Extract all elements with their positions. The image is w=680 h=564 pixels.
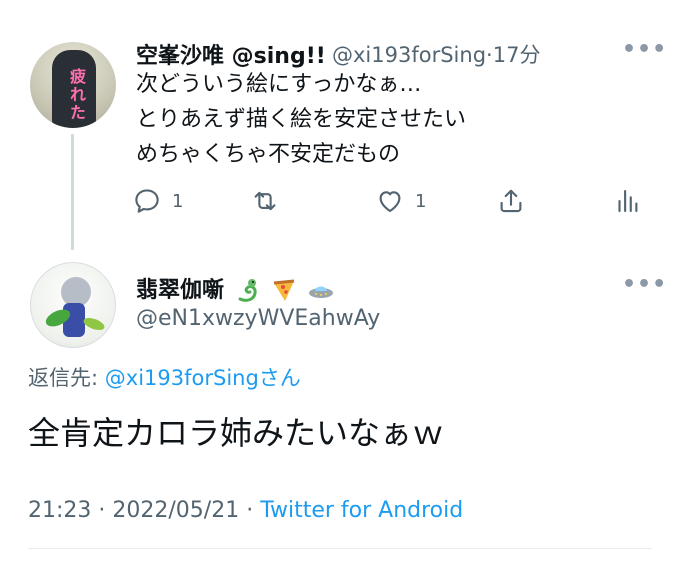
tweet-source-link[interactable]: Twitter for Android: [260, 498, 463, 523]
analytics-button[interactable]: [612, 186, 642, 216]
pizza-emoji-icon: [274, 279, 295, 301]
tweet-date: 2022/05/21: [112, 498, 240, 523]
parent-separator: ·: [486, 43, 493, 67]
heart-icon: [379, 191, 401, 213]
like-button[interactable]: 1: [375, 186, 426, 216]
thread-connector-line: [71, 134, 74, 250]
reply-count: 1: [172, 190, 184, 212]
parent-time[interactable]: 17分: [493, 43, 541, 67]
parent-handle[interactable]: @xi193forSing: [332, 43, 486, 67]
replying-to: 返信先: @xi193forSingさん: [28, 362, 301, 392]
parent-more-icon[interactable]: •••: [622, 37, 667, 62]
replying-handle-link[interactable]: @xi193forSing: [105, 366, 259, 390]
tweet-metadata: 21:23 · 2022/05/21 · Twitter for Android: [28, 498, 463, 523]
share-button[interactable]: [496, 186, 526, 216]
meta-dot-1: ·: [91, 498, 113, 523]
retweet-icon: [254, 191, 276, 211]
ufo-emoji-icon: [309, 286, 334, 298]
tweet-time: 21:23: [28, 498, 92, 523]
retweet-button[interactable]: [250, 186, 290, 216]
dragon-emoji-icon: [238, 279, 257, 302]
reply-display-name[interactable]: 翡翠伽噺: [136, 278, 224, 303]
reply-text: 全肯定カロラ姉みたいなぁｗ: [28, 414, 445, 452]
like-count: 1: [415, 190, 427, 212]
avatar-tail: [81, 315, 107, 333]
parent-text-line-2: とりあえず描く絵を安定させたい: [136, 107, 467, 132]
parent-text-line-1: 次どういう絵にすっかなぁ…: [136, 72, 422, 97]
replying-suffix[interactable]: さん: [259, 366, 301, 390]
share-icon: [500, 189, 522, 213]
avatar-parent[interactable]: 疲れた: [30, 42, 116, 128]
reply-button[interactable]: 1: [132, 186, 183, 216]
parent-display-name[interactable]: 空峯沙唯 @sing!!: [136, 38, 326, 70]
analytics-icon: [618, 189, 638, 213]
reply-icon: [135, 189, 159, 213]
meta-dot-2: ·: [239, 498, 261, 523]
reply-display-name-row[interactable]: 翡翠伽噺: [136, 272, 335, 305]
avatar-parent-text: 疲れた: [67, 68, 86, 122]
parent-text-line-3: めちゃくちゃ不安定だもの: [136, 142, 401, 167]
avatar-reply[interactable]: [30, 262, 116, 348]
parent-handle-meta: @xi193forSing·17分: [332, 39, 540, 69]
reply-more-icon[interactable]: •••: [622, 272, 667, 297]
replying-prefix: 返信先:: [28, 366, 105, 390]
reply-handle[interactable]: @eN1xwzyWVEahwAy: [136, 306, 380, 331]
divider: [28, 548, 652, 549]
